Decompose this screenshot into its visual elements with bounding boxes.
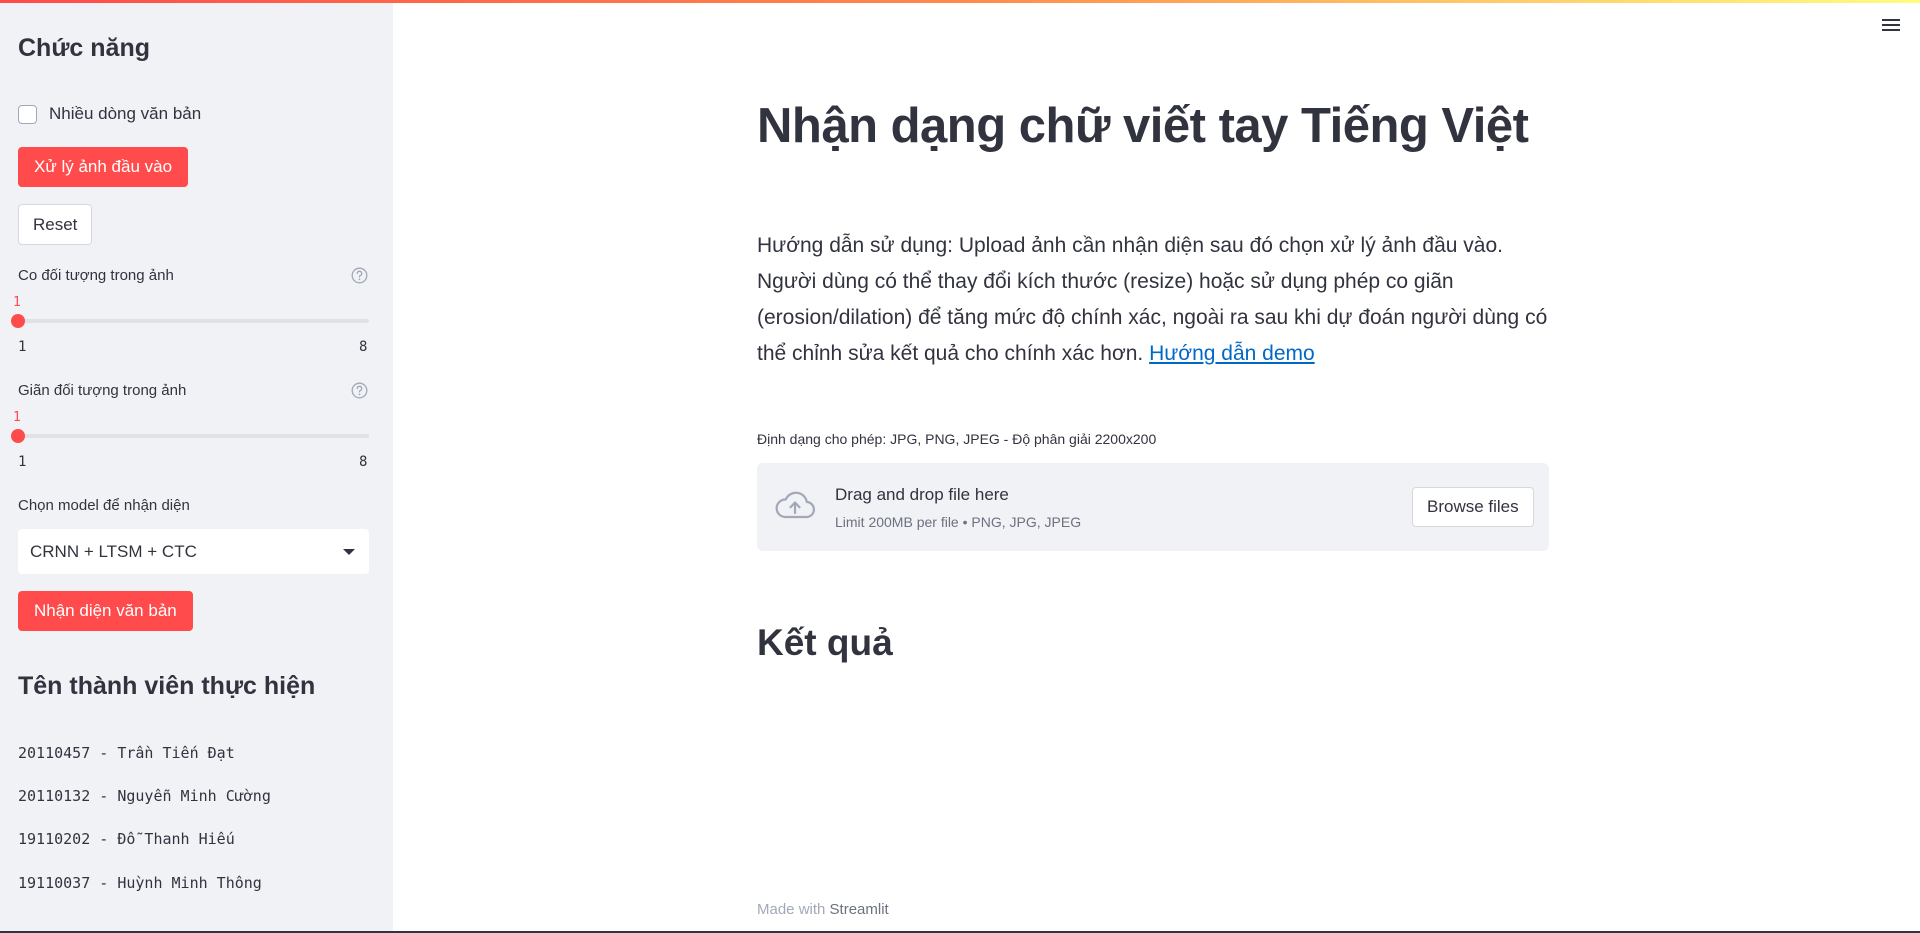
dilation-slider-label: Giãn đối tượng trong ảnh	[18, 382, 187, 399]
checkbox-box[interactable]	[18, 104, 37, 124]
dilation-slider-max: 8	[359, 454, 368, 470]
multiline-checkbox[interactable]: Nhiều dòng văn bản	[18, 104, 201, 124]
erosion-slider-track[interactable]	[18, 319, 369, 323]
footer-text: Made with	[757, 901, 826, 918]
caret-down-icon[interactable]	[343, 548, 355, 555]
erosion-slider-label: Co đối tượng trong ảnh	[18, 267, 174, 284]
question-circle-icon[interactable]	[351, 382, 368, 399]
model-select-value[interactable]: CRNN + LTSM + CTC	[30, 542, 197, 562]
hamburger-menu-icon[interactable]	[1882, 19, 1902, 35]
reset-button[interactable]: Reset	[18, 204, 93, 245]
question-circle-icon[interactable]	[351, 267, 368, 284]
process-image-button[interactable]: Xử lý ảnh đầu vào	[18, 147, 189, 187]
erosion-slider-min: 1	[18, 339, 27, 355]
streamlit-link[interactable]: Streamlit	[830, 901, 889, 918]
multiline-checkbox-label[interactable]: Nhiều dòng văn bản	[49, 104, 201, 124]
top-decoration-bar	[0, 0, 1920, 3]
page-title: Nhận dạng chữ viết tay Tiếng Việt	[757, 99, 1529, 153]
dropzone-title: Drag and drop file here	[835, 485, 1009, 504]
erosion-slider-max: 8	[359, 339, 368, 355]
usage-guide: Hướng dẫn sử dụng: Upload ảnh cần nhận d…	[757, 228, 1557, 372]
erosion-slider-value: 1	[13, 295, 21, 310]
model-select-label: Chọn model để nhận diện	[18, 497, 190, 514]
cloud-upload-icon	[775, 491, 815, 519]
file-dropzone[interactable]: Drag and drop file here Limit 200MB per …	[757, 463, 1549, 551]
dropzone-limit: Limit 200MB per file • PNG, JPG, JPEG	[835, 514, 1082, 530]
dilation-slider-thumb[interactable]	[11, 429, 25, 443]
model-select[interactable]: CRNN + LTSM + CTC	[18, 529, 369, 574]
members-title: Tên thành viên thực hiện	[18, 672, 316, 700]
result-title: Kết quả	[757, 622, 893, 663]
dilation-slider-value: 1	[13, 410, 21, 425]
demo-guide-link[interactable]: Hướng dẫn demo	[1149, 342, 1315, 365]
footer: Made with Streamlit	[757, 901, 889, 918]
browse-files-button[interactable]: Browse files	[1412, 487, 1534, 527]
uploader-label: Định dạng cho phép: JPG, PNG, JPEG - Độ …	[757, 431, 1157, 447]
member-item: 20110132 - Nguyễn Minh Cường	[18, 787, 271, 805]
dilation-slider-min: 1	[18, 454, 27, 470]
member-item: 19110202 - Đỗ Thanh Hiếu	[18, 830, 235, 848]
recognize-text-button[interactable]: Nhận diện văn bản	[18, 591, 193, 631]
sidebar: Chức năng Nhiều dòng văn bản Xử lý ảnh đ…	[0, 0, 393, 933]
member-item: 19110037 - Huỳnh Minh Thông	[18, 874, 262, 892]
sidebar-title: Chức năng	[18, 34, 150, 62]
dilation-slider-track[interactable]	[18, 434, 369, 438]
member-item: 20110457 - Trần Tiến Đạt	[18, 744, 235, 762]
erosion-slider-thumb[interactable]	[11, 314, 25, 328]
